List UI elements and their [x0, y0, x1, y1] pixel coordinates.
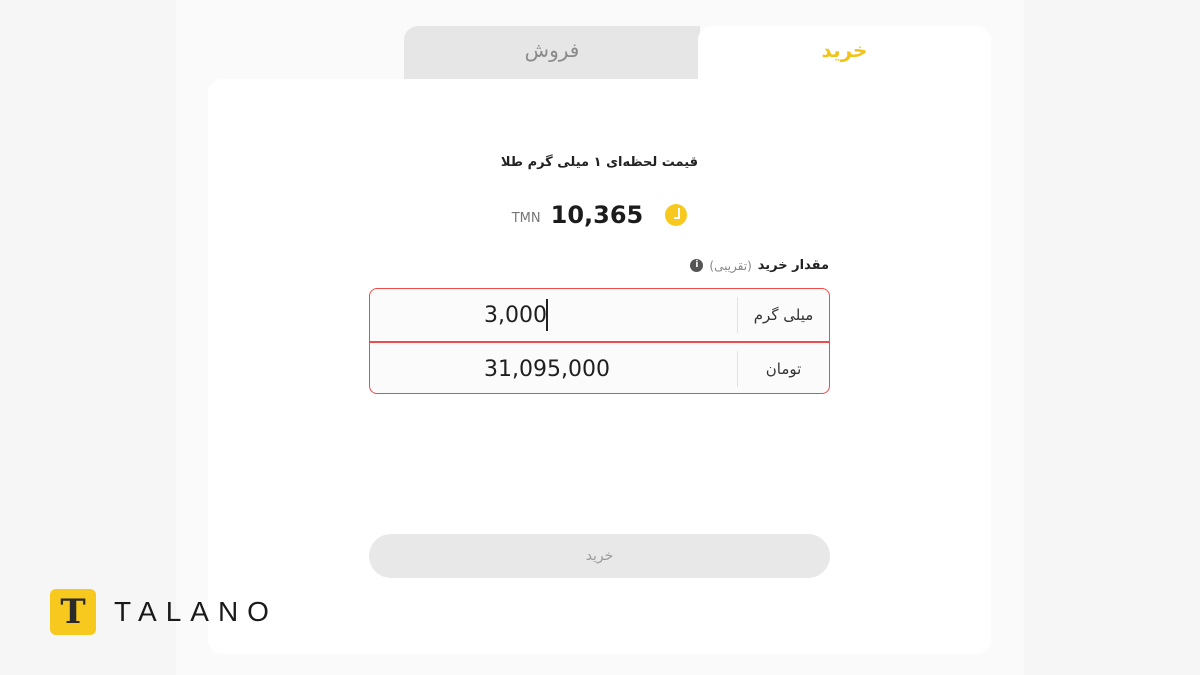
coin-clock-icon — [665, 204, 688, 226]
price-label: قیمت لحظه‌ای ۱ میلی گرم طلا — [500, 155, 699, 170]
toman-unit-label: تومان — [737, 351, 829, 387]
amount-field-group: میلی گرم تومان — [369, 288, 830, 394]
milligram-field: میلی گرم — [370, 289, 829, 341]
tab-sell[interactable]: فروش — [404, 26, 700, 86]
toman-input[interactable] — [484, 351, 714, 387]
amount-label-text: مقدار خرید — [757, 258, 829, 273]
brand-mark-icon: T — [50, 589, 96, 635]
toman-field: تومان — [370, 341, 829, 393]
brand-name: TALANO — [114, 596, 278, 627]
milligram-unit-label: میلی گرم — [737, 297, 829, 333]
price-row: TMN 10,365 — [208, 201, 991, 229]
info-icon[interactable]: i — [690, 259, 704, 272]
price-value: 10,365 — [550, 201, 644, 229]
brand-logo: T TALANO — [50, 589, 278, 635]
tab-buy[interactable]: خرید — [698, 26, 991, 86]
trade-card: قیمت لحظه‌ای ۱ میلی گرم طلا TMN 10,365 م… — [208, 79, 991, 654]
milligram-input[interactable] — [484, 297, 714, 333]
buy-submit-button[interactable]: خرید — [369, 534, 830, 578]
text-caret — [546, 299, 548, 331]
amount-label: مقدار خرید (تقریبی) i — [690, 258, 829, 273]
price-unit: TMN — [511, 210, 541, 226]
amount-note: (تقریبی) — [709, 258, 752, 273]
